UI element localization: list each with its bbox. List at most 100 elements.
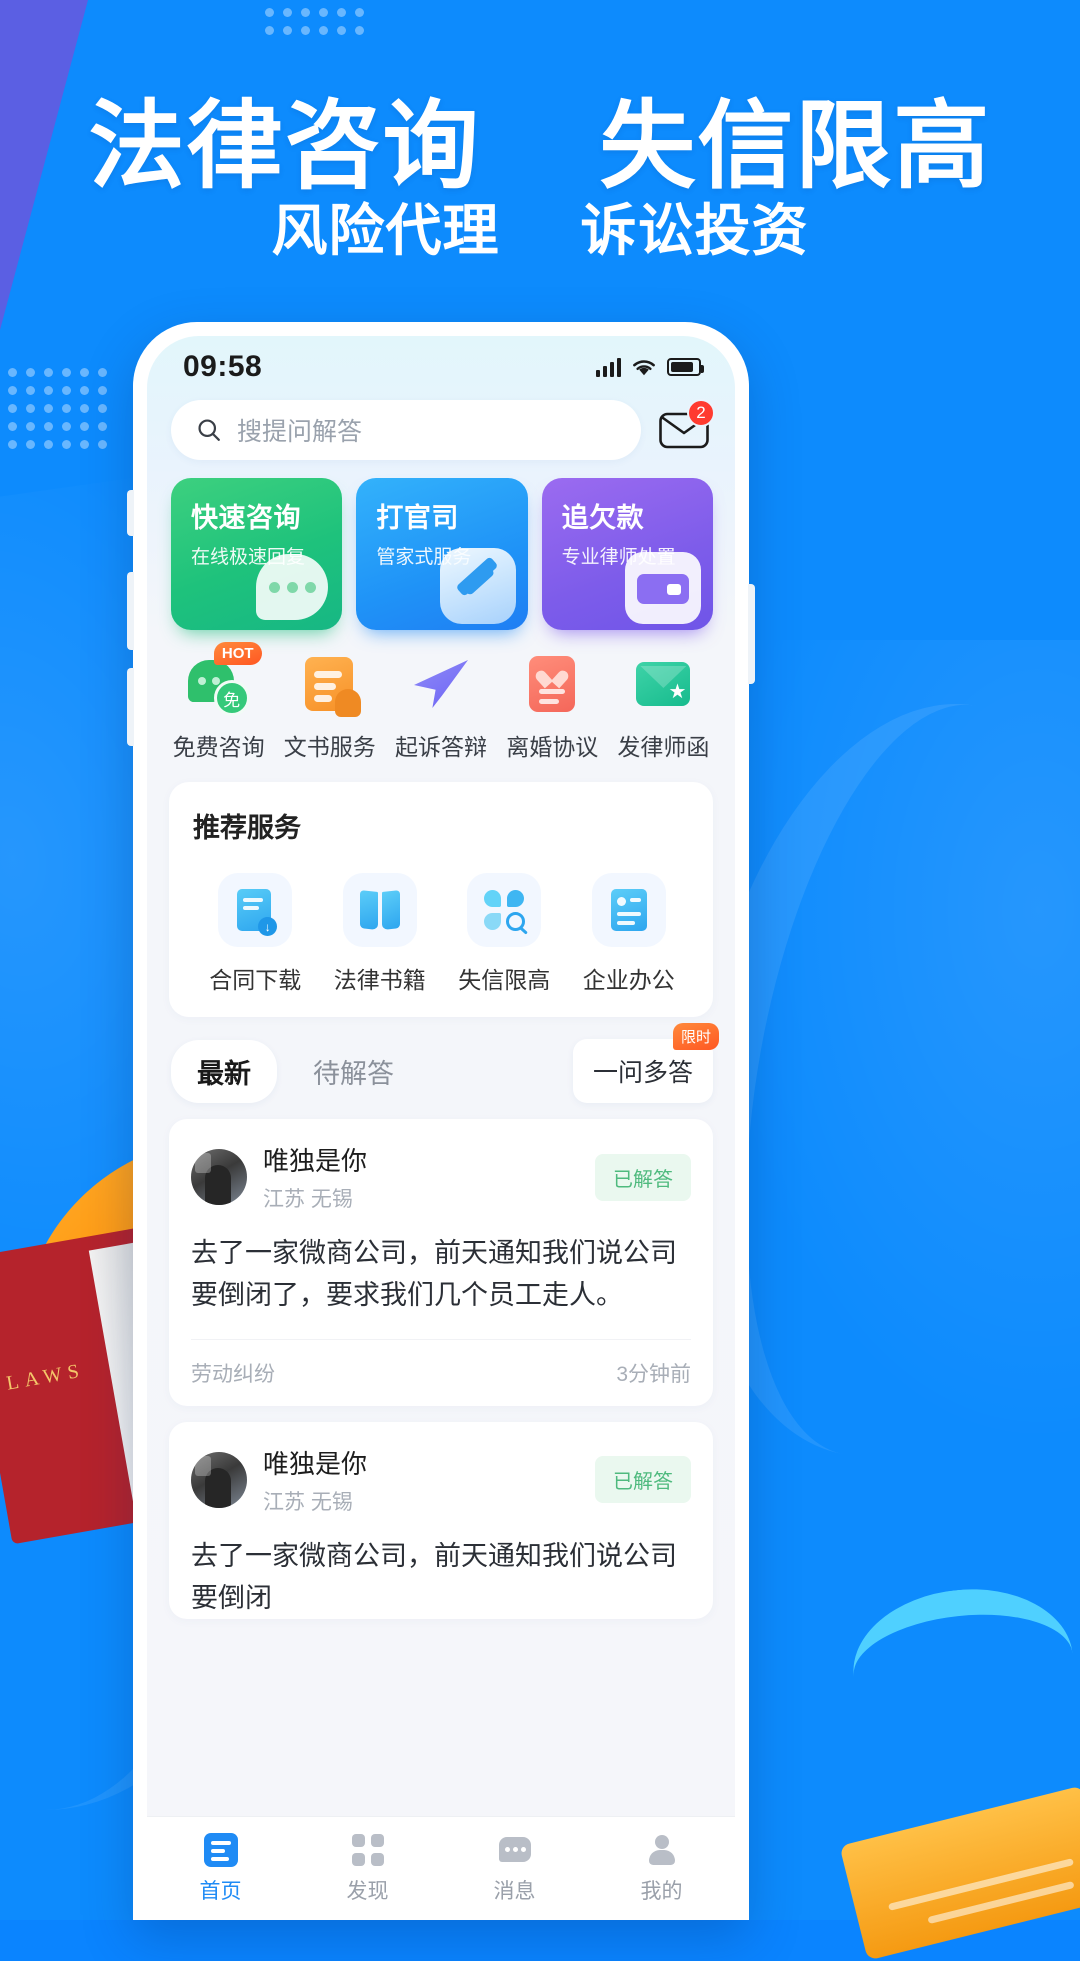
law-book-icon xyxy=(342,873,417,947)
blue-ribbon-decoration xyxy=(845,1578,1075,1692)
status-badge: 已解答 xyxy=(595,1153,691,1201)
quick-action-lawyer-letter[interactable]: ★ 发律师函 xyxy=(608,654,719,762)
avatar xyxy=(191,1149,247,1205)
nav-item-discover[interactable]: 发现 xyxy=(294,1833,441,1905)
recommend-title: 推荐服务 xyxy=(193,813,301,843)
subhead-right-text: 诉讼投资 xyxy=(580,199,809,264)
service-card-debt-collection[interactable]: 追欠款 专业律师处置 xyxy=(541,478,713,630)
nav-item-profile[interactable]: 我的 xyxy=(588,1833,735,1905)
service-card-title: 快速咨询 xyxy=(191,503,301,533)
nav-item-label: 消息 xyxy=(493,1879,536,1903)
quick-action-label: 起诉答辩 xyxy=(395,734,487,760)
status-bar: 09:58 xyxy=(147,336,735,392)
recommend-item-label: 法律书籍 xyxy=(333,967,426,993)
free-consult-chat-icon: 免 HOT xyxy=(187,642,262,716)
phone-power-button xyxy=(748,584,755,684)
question-feed: 唯独是你 江苏 无锡 已解答 去了一家微商公司，前天通知我们说公司要倒闭了，要求… xyxy=(147,1119,735,1620)
question-footer: 劳动纠纷 3分钟前 xyxy=(191,1338,691,1406)
search-placeholder: 搜提问解答 xyxy=(237,418,363,446)
home-icon xyxy=(203,1832,238,1867)
recommend-item-credit-check[interactable]: 失信限高 xyxy=(442,873,567,995)
scroll-body xyxy=(839,1785,1080,1961)
question-user-location: 江苏 无锡 xyxy=(263,1490,353,1514)
quick-action-row: 免 HOT 免费咨询 文书服务 起诉答辩 离婚协议 ★ 发律师函 xyxy=(147,630,735,782)
question-user-name: 唯独是你 xyxy=(263,1448,368,1479)
paper-plane-icon xyxy=(410,654,472,716)
phone-mockup: 09:58 搜提问解答 2 快速咨询 在线极速回复 打官司 管家式服务 追欠款 … xyxy=(127,322,755,1920)
tab-latest[interactable]: 最新 xyxy=(171,1039,277,1103)
bottom-navigation: 首页 发现 消息 我的 xyxy=(147,1816,735,1920)
recommend-item-contract-download[interactable]: ↓ 合同下载 xyxy=(193,873,318,995)
poster-subheadline: 风险代理 诉讼投资 xyxy=(0,186,1080,267)
recommend-item-company-office[interactable]: 企业办公 xyxy=(567,873,692,995)
question-card[interactable]: 唯独是你 江苏 无锡 已解答 去了一家微商公司，前天通知我们说公司要倒闭 xyxy=(169,1421,713,1620)
status-icons xyxy=(596,357,704,377)
question-user-info: 唯独是你 江苏 无锡 xyxy=(263,1141,367,1213)
question-body: 去了一家微商公司，前天通知我们说公司要倒闭 xyxy=(191,1540,677,1613)
subhead-left-text: 风险代理 xyxy=(271,199,500,264)
question-body: 去了一家微商公司，前天通知我们说公司要倒闭了，要求我们几个员工走人。 xyxy=(191,1238,677,1310)
limited-time-badge: 限时 xyxy=(672,1023,719,1050)
dot-grid-top-right xyxy=(265,0,364,35)
nav-item-message[interactable]: 消息 xyxy=(441,1833,588,1905)
envelope-star-icon: ★ xyxy=(632,654,694,716)
service-card-title: 打官司 xyxy=(376,503,459,533)
quick-action-document-service[interactable]: 文书服务 xyxy=(274,654,385,762)
phone-side-button-1 xyxy=(127,490,134,536)
contract-download-icon: ↓ xyxy=(218,873,293,947)
feed-tabs-row: 最新 待解答 限时 一问多答 xyxy=(147,1017,735,1119)
recommend-panel: 推荐服务 ↓ 合同下载 法律书籍 失信限高 企业办公 xyxy=(169,782,713,1017)
wifi-icon xyxy=(633,360,655,376)
nav-item-label: 我的 xyxy=(640,1879,683,1903)
recommend-items: ↓ 合同下载 法律书籍 失信限高 企业办公 xyxy=(193,873,691,995)
recommend-item-label: 合同下载 xyxy=(209,967,302,993)
quick-action-lawsuit-defense[interactable]: 起诉答辩 xyxy=(385,654,496,762)
nav-item-home[interactable]: 首页 xyxy=(147,1832,294,1905)
clover-search-icon xyxy=(467,873,542,947)
question-category: 劳动纠纷 xyxy=(191,1362,275,1386)
status-badge: 已解答 xyxy=(595,1456,691,1504)
search-icon xyxy=(198,419,220,441)
question-card[interactable]: 唯独是你 江苏 无锡 已解答 去了一家微商公司，前天通知我们说公司要倒闭了，要求… xyxy=(169,1119,713,1406)
quick-action-divorce-agreement[interactable]: 离婚协议 xyxy=(497,654,608,762)
phone-screen: 09:58 搜提问解答 2 快速咨询 在线极速回复 打官司 管家式服务 追欠款 … xyxy=(147,336,735,1920)
question-user-name: 唯独是你 xyxy=(263,1146,368,1176)
scroll-decoration xyxy=(839,1720,1080,1961)
status-time: 09:58 xyxy=(183,350,263,383)
quick-action-label: 离婚协议 xyxy=(506,734,599,760)
discover-icon xyxy=(351,1833,385,1867)
one-question-many-answers-button[interactable]: 限时 一问多答 xyxy=(572,1023,719,1103)
recommend-item-law-books[interactable]: 法律书籍 xyxy=(318,873,443,995)
quick-action-label: 免费咨询 xyxy=(172,734,265,760)
one-question-many-answers-label: 一问多答 xyxy=(592,1059,693,1087)
quick-action-free-consult[interactable]: 免 HOT 免费咨询 xyxy=(163,642,274,762)
dot-grid-left xyxy=(8,368,107,449)
broken-heart-doc-icon xyxy=(521,654,583,716)
search-input[interactable]: 搜提问解答 xyxy=(171,400,641,460)
mail-badge-count: 2 xyxy=(687,399,715,427)
avatar xyxy=(191,1451,247,1508)
profile-icon xyxy=(645,1833,679,1867)
question-time: 3分钟前 xyxy=(616,1362,691,1386)
nav-item-label: 首页 xyxy=(199,1879,242,1903)
question-user-info: 唯独是你 江苏 无锡 xyxy=(263,1444,367,1516)
tab-pending[interactable]: 待解答 xyxy=(287,1040,420,1103)
mail-button[interactable]: 2 xyxy=(655,399,715,459)
battery-icon xyxy=(667,358,704,376)
service-card-lawsuit[interactable]: 打官司 管家式服务 xyxy=(356,478,528,630)
service-card-title: 追欠款 xyxy=(561,503,645,533)
phone-volume-up-button xyxy=(127,572,134,650)
service-cards: 快速咨询 在线极速回复 打官司 管家式服务 追欠款 专业律师处置 xyxy=(147,460,735,630)
wallet-icon xyxy=(624,552,701,624)
quick-action-label: 文书服务 xyxy=(283,734,376,760)
company-office-icon xyxy=(591,873,666,947)
message-icon xyxy=(498,1833,532,1867)
signal-bars-icon xyxy=(596,357,621,377)
phone-volume-down-button xyxy=(127,668,134,746)
service-card-quick-consult[interactable]: 快速咨询 在线极速回复 xyxy=(171,478,343,630)
recommend-item-label: 企业办公 xyxy=(582,967,675,993)
recommend-item-label: 失信限高 xyxy=(458,967,551,993)
search-row: 搜提问解答 2 xyxy=(147,392,735,460)
hot-badge: HOT xyxy=(213,642,262,665)
document-service-icon xyxy=(299,654,361,717)
